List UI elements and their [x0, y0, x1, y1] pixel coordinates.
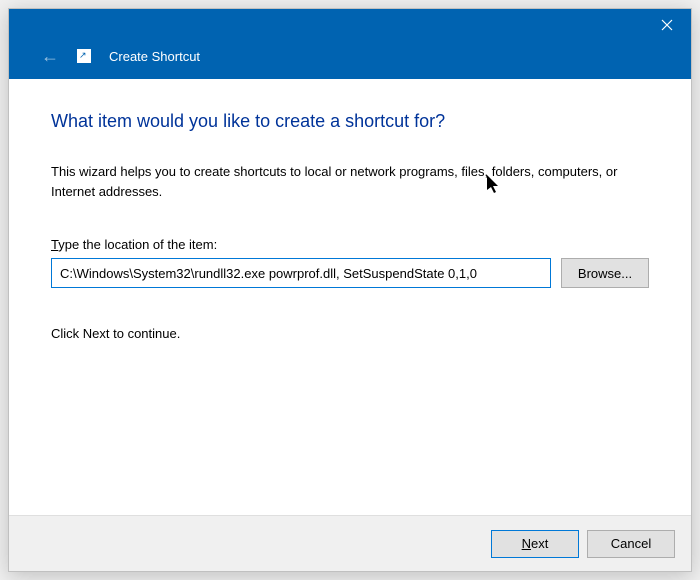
wizard-description: This wizard helps you to create shortcut… [51, 162, 649, 201]
create-shortcut-wizard: ← Create Shortcut What item would you li… [8, 8, 692, 572]
continue-instruction: Click Next to continue. [51, 326, 649, 341]
wizard-title: Create Shortcut [109, 49, 200, 64]
close-icon [661, 19, 673, 31]
location-label: Type the location of the item: [51, 237, 649, 252]
page-heading: What item would you like to create a sho… [51, 111, 649, 132]
location-input[interactable] [51, 258, 551, 288]
next-button[interactable]: Next [491, 530, 579, 558]
browse-button[interactable]: Browse... [561, 258, 649, 288]
location-row: Browse... [51, 258, 649, 288]
shortcut-icon [77, 49, 91, 63]
close-button[interactable] [643, 9, 691, 41]
back-arrow-icon: ← [41, 47, 59, 65]
footer: Next Cancel [9, 515, 691, 571]
titlebar: ← Create Shortcut [9, 9, 691, 79]
cancel-button[interactable]: Cancel [587, 530, 675, 558]
content-area: What item would you like to create a sho… [9, 79, 691, 515]
